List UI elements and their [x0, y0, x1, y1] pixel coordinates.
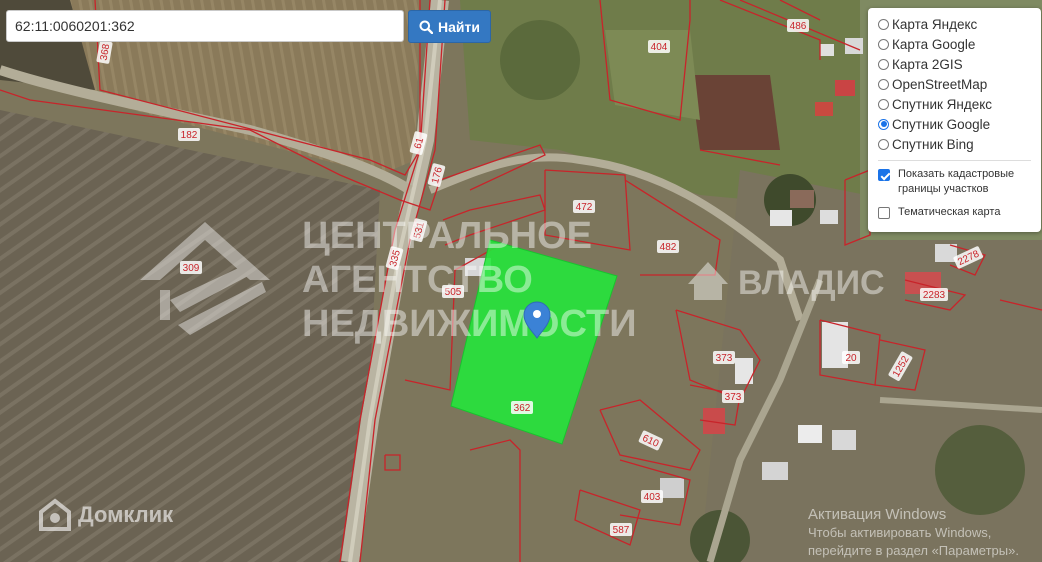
radio-button[interactable]	[878, 78, 889, 90]
svg-text:ЦЕНТРАЛЬНОЕ: ЦЕНТРАЛЬНОЕ	[302, 215, 592, 257]
radio-button[interactable]	[878, 138, 889, 150]
layer-option-label: OpenStreetMap	[892, 76, 988, 92]
svg-text:АГЕНТСТВО: АГЕНТСТВО	[302, 259, 533, 301]
parcel-label-403: 403	[641, 490, 663, 503]
search-input[interactable]	[6, 10, 404, 42]
windows-activation-line: перейдите в раздел «Параметры».	[808, 543, 1019, 558]
parcel-label-20: 20	[842, 351, 860, 364]
radio-button-selected[interactable]	[878, 118, 889, 130]
domclick-watermark: Домклик	[38, 498, 173, 532]
checkbox-label: Показать кадастровые границы участков	[898, 168, 1015, 195]
trees	[935, 425, 1025, 515]
plot	[690, 75, 780, 150]
layer-option-yandex-map[interactable]: Карта Яндекс	[878, 14, 1041, 34]
layer-option-label: Карта Яндекс	[892, 16, 978, 32]
domclick-logo-icon	[39, 498, 71, 531]
layer-option-label: Карта Google	[892, 36, 976, 52]
svg-text:309: 309	[183, 263, 200, 274]
divider	[878, 160, 1031, 161]
parcel-label-373: 373	[713, 351, 735, 364]
radio-button[interactable]	[878, 38, 889, 50]
search-button-label: Найти	[438, 18, 480, 35]
svg-text:373: 373	[725, 392, 742, 403]
domclick-text: Домклик	[78, 502, 174, 527]
parcel-label-373: 373	[722, 390, 744, 403]
layer-option-label: Спутник Яндекс	[892, 96, 993, 112]
layer-option-google-satellite[interactable]: Спутник Google	[878, 114, 1041, 134]
svg-text:20: 20	[845, 353, 857, 364]
search-icon	[419, 20, 434, 34]
checkbox-label: Тематическая карта	[898, 206, 1001, 218]
windows-activation-notice: Активация Windows Чтобы активировать Win…	[808, 506, 1019, 560]
layer-option-openstreetmap[interactable]: OpenStreetMap	[878, 74, 1041, 94]
radio-button[interactable]	[878, 18, 889, 30]
svg-text:ВЛАДИС: ВЛАДИС	[738, 264, 885, 302]
layer-option-label: Карта 2GIS	[892, 56, 963, 72]
svg-text:482: 482	[660, 242, 677, 253]
svg-text:472: 472	[576, 202, 593, 213]
checkbox[interactable]	[878, 207, 890, 219]
layer-option-yandex-satellite[interactable]: Спутник Яндекс	[878, 94, 1041, 114]
layer-option-label: Спутник Google	[892, 116, 991, 132]
radio-button[interactable]	[878, 58, 889, 70]
windows-activation-title: Активация Windows	[808, 506, 947, 523]
parcel-label-482: 482	[657, 240, 679, 253]
show-cadastral-toggle[interactable]: Показать кадастровые границы участков	[878, 167, 1041, 197]
windows-activation-line: Чтобы активировать Windows,	[808, 525, 992, 540]
parcel-label-362: 362	[511, 401, 533, 414]
svg-text:486: 486	[790, 21, 807, 32]
svg-text:НЕДВИЖИМОСТИ: НЕДВИЖИМОСТИ	[302, 303, 637, 345]
svg-text:362: 362	[514, 403, 531, 414]
svg-text:373: 373	[716, 353, 733, 364]
svg-text:182: 182	[181, 130, 198, 141]
parcel-label-182: 182	[178, 128, 200, 141]
parcel-label-309: 309	[180, 261, 202, 274]
checkbox-checked[interactable]	[878, 169, 890, 181]
parcel-label-404: 404	[648, 40, 670, 53]
trees	[500, 20, 580, 100]
parcel-label-472: 472	[573, 200, 595, 213]
svg-text:403: 403	[644, 492, 661, 503]
search-button[interactable]: Найти	[408, 10, 491, 43]
thematic-map-toggle[interactable]: Тематическая карта	[878, 205, 1041, 220]
svg-text:404: 404	[651, 42, 668, 53]
svg-text:587: 587	[613, 525, 630, 536]
parcel-label-587: 587	[610, 523, 632, 536]
radio-button[interactable]	[878, 98, 889, 110]
layer-switcher-panel: Карта Яндекс Карта Google Карта 2GIS Ope…	[868, 8, 1041, 232]
layer-option-google-map[interactable]: Карта Google	[878, 34, 1041, 54]
svg-text:2283: 2283	[923, 290, 946, 301]
parcel-label-486: 486	[787, 19, 809, 32]
layer-option-2gis-map[interactable]: Карта 2GIS	[878, 54, 1041, 74]
layer-option-bing-satellite[interactable]: Спутник Bing	[878, 134, 1041, 154]
layer-option-label: Спутник Bing	[892, 136, 974, 152]
parcel-label-2283: 2283	[920, 288, 948, 301]
